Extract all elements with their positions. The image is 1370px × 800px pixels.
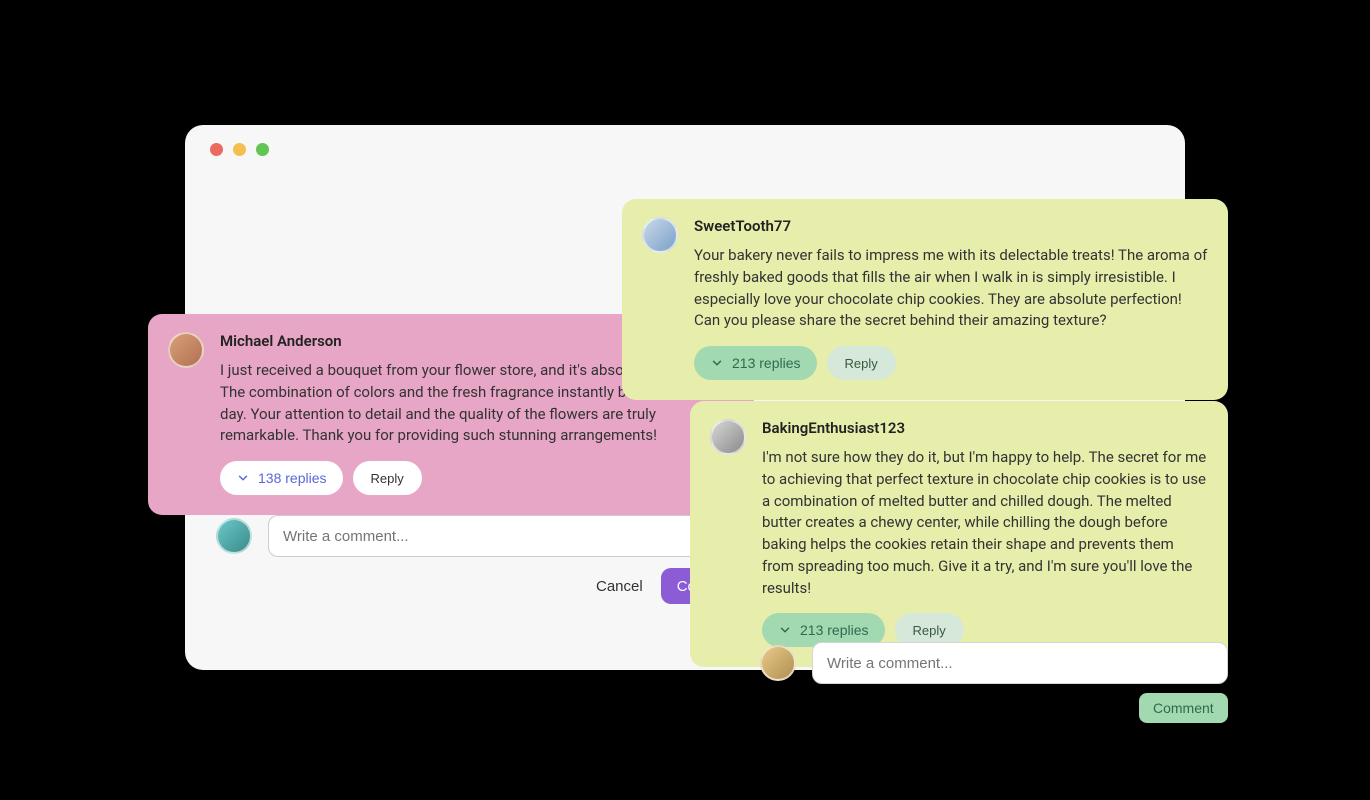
window-minimize-dot[interactable] xyxy=(233,143,246,156)
replies-count: 213 replies xyxy=(800,622,869,638)
comment-card: BakingEnthusiast123 I'm not sure how the… xyxy=(690,401,1228,667)
comment-content: SweetTooth77 Your bakery never fails to … xyxy=(694,217,1208,380)
avatar xyxy=(760,645,796,681)
comment-actions: 138 replies Reply xyxy=(220,461,734,495)
window-maximize-dot[interactable] xyxy=(256,143,269,156)
comment-card: SweetTooth77 Your bakery never fails to … xyxy=(622,199,1228,400)
compose-row-right xyxy=(760,642,1228,684)
chevron-down-icon xyxy=(710,356,724,370)
comment-actions: 213 replies Reply xyxy=(694,346,1208,380)
replies-button[interactable]: 213 replies xyxy=(694,346,817,380)
cancel-button[interactable]: Cancel xyxy=(596,578,643,595)
comment-content: BakingEnthusiast123 I'm not sure how the… xyxy=(762,419,1208,647)
avatar xyxy=(216,518,252,554)
chevron-down-icon xyxy=(778,623,792,637)
comment-input[interactable] xyxy=(812,642,1228,684)
replies-count: 213 replies xyxy=(732,355,801,371)
titlebar xyxy=(185,125,1185,173)
avatar xyxy=(710,419,746,455)
replies-button[interactable]: 138 replies xyxy=(220,461,343,495)
comment-body: Your bakery never fails to impress me wi… xyxy=(694,245,1208,332)
window-close-dot[interactable] xyxy=(210,143,223,156)
chevron-down-icon xyxy=(236,471,250,485)
avatar xyxy=(642,217,678,253)
replies-count: 138 replies xyxy=(258,470,327,486)
avatar xyxy=(168,332,204,368)
comment-button[interactable]: Comment xyxy=(1139,693,1228,723)
reply-button[interactable]: Reply xyxy=(827,346,896,380)
comment-body: I'm not sure how they do it, but I'm hap… xyxy=(762,447,1208,599)
reply-button[interactable]: Reply xyxy=(353,461,422,495)
comment-username: SweetTooth77 xyxy=(694,217,1208,235)
comment-username: BakingEnthusiast123 xyxy=(762,419,1208,437)
